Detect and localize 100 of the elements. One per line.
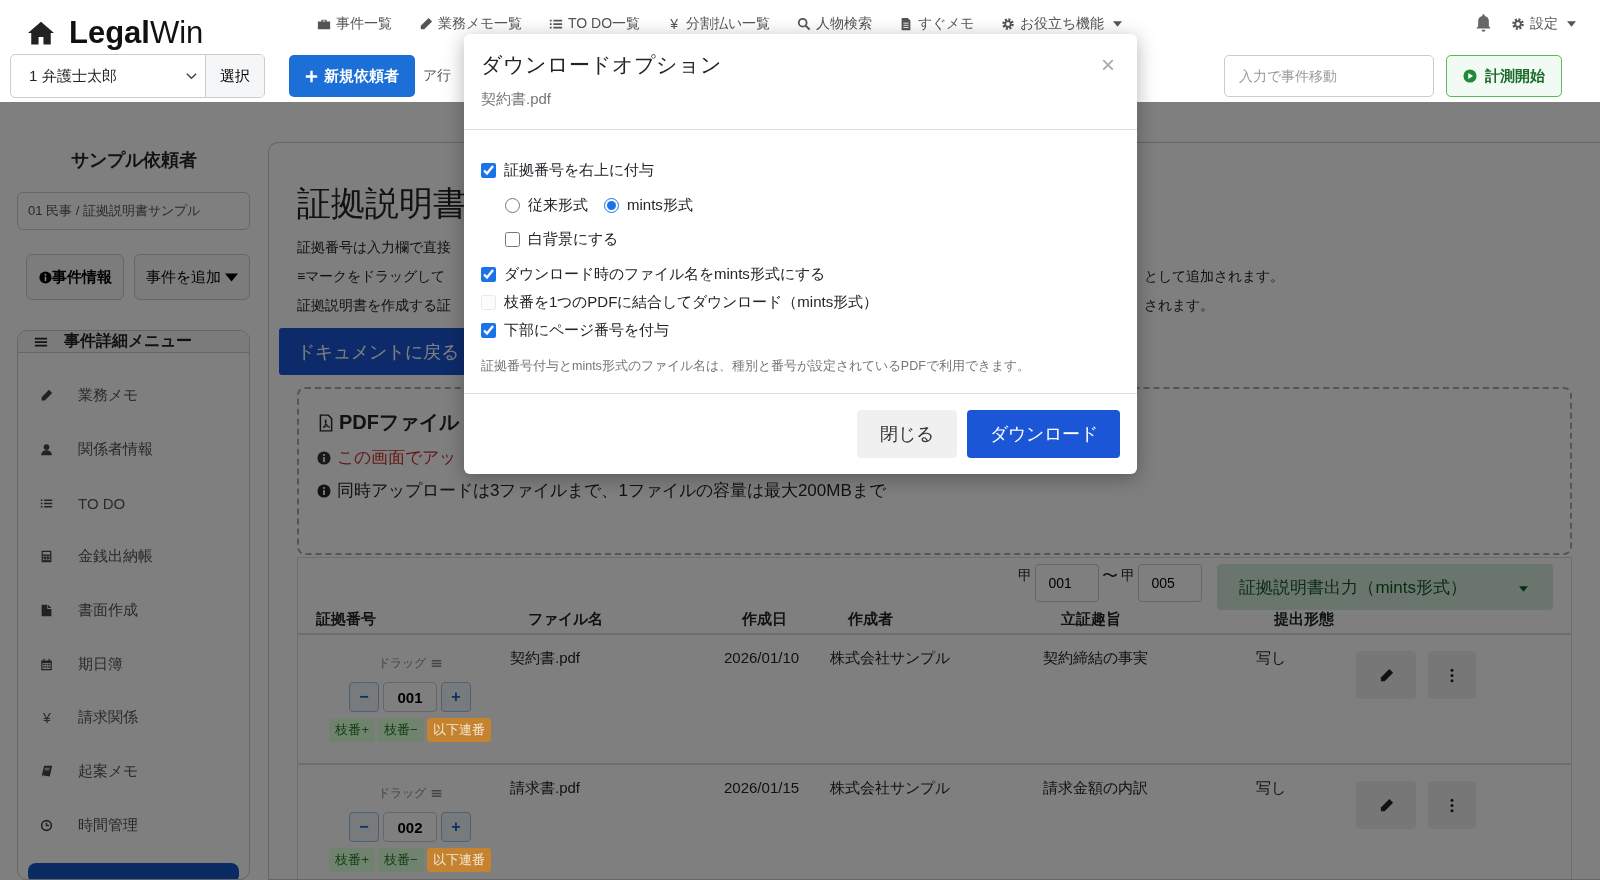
calculator-icon bbox=[40, 550, 53, 564]
sidebar-item[interactable]: 期日簿 bbox=[18, 637, 249, 692]
sidebar-item[interactable]: 金銭出納帳 bbox=[18, 530, 249, 584]
info-icon bbox=[317, 450, 331, 465]
start-timer-button[interactable]: 計測開始 bbox=[1446, 55, 1562, 97]
evidence-number-field[interactable]: 001 bbox=[383, 682, 437, 712]
clock-icon bbox=[40, 818, 53, 832]
nav-link[interactable]: お役立ち機能 bbox=[1001, 15, 1123, 33]
checkbox[interactable] bbox=[481, 322, 496, 338]
caret-icon bbox=[1518, 585, 1528, 592]
option-label: 白背景にする bbox=[528, 229, 618, 249]
select-button[interactable]: 選択 bbox=[206, 55, 264, 97]
sidebar-item[interactable]: TO DO bbox=[18, 476, 249, 531]
nav-link[interactable]: 業務メモ一覧 bbox=[419, 15, 522, 33]
table-cell-text: 写し bbox=[1256, 648, 1287, 668]
increment-button[interactable]: + bbox=[441, 682, 471, 712]
info-icon bbox=[317, 483, 331, 498]
download-button[interactable]: ダウンロード bbox=[967, 410, 1120, 458]
edit-button[interactable] bbox=[1356, 651, 1416, 699]
house-icon bbox=[27, 20, 55, 46]
list-icon bbox=[549, 17, 563, 31]
evidence-number-field[interactable]: 002 bbox=[383, 812, 437, 842]
range-to-field[interactable]: 005 bbox=[1138, 564, 1203, 602]
tag-button[interactable]: 枝番+ bbox=[329, 718, 375, 742]
nav-link[interactable]: TO DO一覧 bbox=[549, 15, 641, 33]
pencil-icon bbox=[40, 389, 53, 403]
add-case-button[interactable]: 事件を追加 bbox=[134, 254, 250, 300]
nav-link[interactable]: 事件一覧 bbox=[317, 15, 392, 33]
nav-link[interactable]: ¥ 分割払い一覧 bbox=[667, 15, 771, 33]
edit-button[interactable] bbox=[1356, 781, 1416, 829]
column-header: 提出形態 bbox=[1274, 610, 1335, 629]
sidebar-item[interactable]: ¥ 請求関係 bbox=[18, 691, 249, 745]
pencil-icon bbox=[1378, 667, 1394, 683]
sidebar-item[interactable]: 業務メモ bbox=[18, 369, 249, 423]
settings-icon bbox=[1511, 17, 1525, 31]
table-cell-text: 契約締結の事実 bbox=[1043, 648, 1149, 668]
decrement-button[interactable]: − bbox=[349, 682, 379, 712]
briefcase-icon bbox=[317, 17, 331, 31]
table-cell-text: 2026/01/10 bbox=[724, 648, 801, 668]
book-icon bbox=[40, 765, 53, 779]
more-options-icon bbox=[1450, 667, 1454, 683]
table-cell-text: 契約書.pdf bbox=[510, 648, 582, 668]
checkbox[interactable] bbox=[481, 162, 496, 178]
sidebar-item[interactable]: 起案メモ bbox=[18, 744, 249, 799]
tag-button[interactable]: 枝番− bbox=[378, 718, 424, 742]
checkbox[interactable] bbox=[505, 231, 520, 247]
dropdown-toggle[interactable] bbox=[1489, 564, 1553, 610]
option-label: 証拠番号を右上に付与 bbox=[504, 160, 654, 180]
option-label: 枝番を1つのPDFに結合してダウンロード（mints形式） bbox=[504, 292, 879, 312]
more-options-icon bbox=[1450, 797, 1454, 813]
sidebar-item[interactable]: 関係者情報 bbox=[18, 422, 249, 477]
table-cell-text: 株式会社サンプル bbox=[830, 778, 951, 798]
app-logo: LegalWin bbox=[69, 15, 204, 51]
option-label: ダウンロード時のファイル名をmints形式にする bbox=[504, 264, 825, 284]
kana-filter-label: ア行 bbox=[423, 67, 451, 85]
tag-button[interactable]: 以下連番 bbox=[426, 718, 491, 742]
table-cell-text: 2026/01/15 bbox=[724, 778, 801, 798]
checkbox[interactable] bbox=[481, 266, 496, 282]
tag-button[interactable]: 以下連番 bbox=[426, 848, 491, 872]
tag-button[interactable]: 枝番− bbox=[378, 848, 424, 872]
table-cell-text: 写し bbox=[1256, 778, 1287, 798]
pencil-icon bbox=[1378, 797, 1394, 813]
settings-icon bbox=[1001, 17, 1016, 31]
help-text: 証拠番号は入力欄で直接 bbox=[297, 238, 451, 257]
case-info-button[interactable]: 事件情報 bbox=[26, 254, 124, 300]
option-label: mints形式 bbox=[627, 195, 693, 215]
close-dialog-button[interactable]: 閉じる bbox=[857, 410, 957, 458]
sidebar-item[interactable]: 時間管理 bbox=[18, 798, 249, 853]
settings-link[interactable]: 設定 bbox=[1511, 15, 1576, 33]
increment-button[interactable]: + bbox=[441, 812, 471, 842]
radio-button[interactable] bbox=[604, 197, 619, 213]
option-label: 従来形式 bbox=[528, 195, 588, 215]
nav-link[interactable]: すぐメモ bbox=[899, 15, 975, 33]
search-icon bbox=[797, 17, 812, 31]
bell-icon[interactable] bbox=[1474, 13, 1493, 32]
list-icon bbox=[40, 496, 53, 510]
upload-limit-text: 同時アップロードは3ファイルまで、1ファイルの容量は最大200MBまで bbox=[337, 480, 886, 502]
range-prefix: 甲 bbox=[1018, 567, 1033, 585]
range-prefix: 甲 bbox=[1121, 567, 1136, 585]
column-header: 作成日 bbox=[742, 610, 788, 629]
column-header: 作成者 bbox=[848, 610, 894, 629]
new-client-button[interactable]: 新規依頼者 bbox=[289, 55, 415, 97]
dialog-title: ダウンロードオプション bbox=[481, 52, 722, 78]
help-text: されます。 bbox=[1144, 296, 1214, 315]
option-label: 下部にページ番号を付与 bbox=[504, 320, 669, 340]
sidebar-item[interactable]: 書面作成 bbox=[18, 583, 249, 638]
close-button[interactable]: × bbox=[1097, 50, 1119, 80]
case-search-field[interactable]: 入力で事件移動 bbox=[1224, 55, 1434, 97]
nav-link[interactable]: 人物検索 bbox=[797, 15, 873, 33]
warning-text: この画面でアッ bbox=[337, 447, 456, 469]
case-label: 01 民事 / 証拠説明書サンプル bbox=[17, 192, 250, 230]
file-icon bbox=[40, 604, 53, 618]
column-header: 証拠番号 bbox=[316, 610, 377, 629]
decrement-button[interactable]: − bbox=[349, 812, 379, 842]
export-button[interactable]: 証拠説明書出力（mints形式） bbox=[1217, 564, 1489, 610]
pencil-icon bbox=[419, 17, 433, 31]
radio-button[interactable] bbox=[505, 197, 520, 213]
range-from-field[interactable]: 001 bbox=[1035, 564, 1100, 602]
tag-button[interactable]: 枝番+ bbox=[329, 848, 375, 872]
calendar-icon bbox=[40, 657, 53, 671]
